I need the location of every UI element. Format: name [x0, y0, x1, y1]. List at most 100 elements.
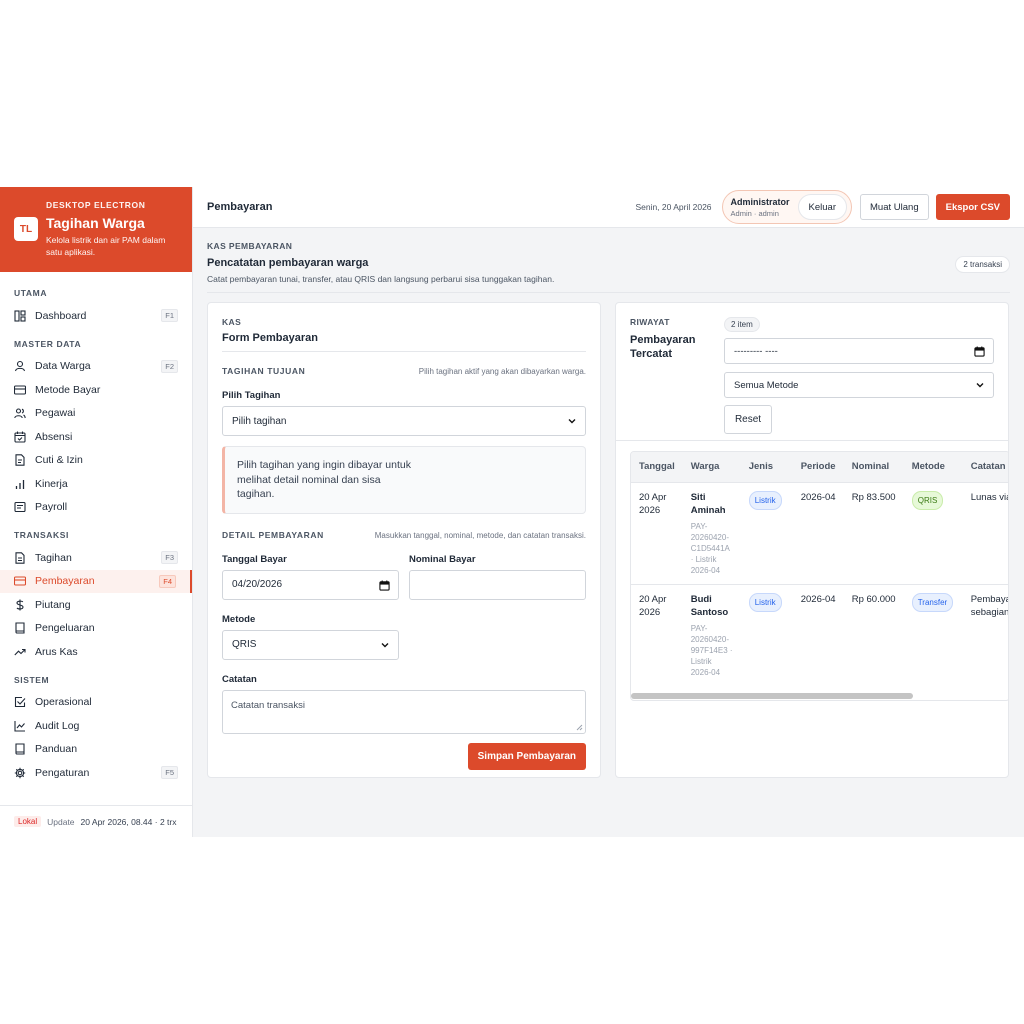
save-payment-button[interactable]: Simpan Pembayaran: [467, 742, 586, 770]
page-heading: Pembayaran: [207, 201, 273, 213]
resident-name: Siti Aminah: [690, 491, 726, 516]
note-textarea[interactable]: Catatan transaksi: [222, 689, 586, 734]
sidebar-item-label: Payroll: [35, 501, 68, 514]
note-cell: Lunas via QRIS.: [962, 481, 1008, 584]
column-header: Jenis: [748, 461, 774, 473]
sidebar-item-data-warga[interactable]: Data Warga F2: [0, 355, 192, 379]
bill-info-box: Pilih tagihan yang ingin dibayar untuk m…: [222, 446, 586, 514]
sidebar-item-kinerja[interactable]: Kinerja: [0, 472, 192, 496]
column-header: Catatan: [970, 461, 1006, 473]
column-header: Periode: [800, 461, 836, 473]
method-select[interactable]: QRIS: [222, 629, 399, 660]
transaction-count-badge: 2 transaksi: [955, 256, 1010, 273]
sidebar-item-absensi[interactable]: Absensi: [0, 425, 192, 449]
column-header: Tanggal: [639, 461, 675, 473]
sidebar-item-pengeluaran[interactable]: Pengeluaran: [0, 617, 192, 641]
resident-name: Budi Santoso: [690, 593, 729, 618]
logout-button[interactable]: Keluar: [797, 194, 848, 220]
sidebar-item-pegawai[interactable]: Pegawai: [0, 402, 192, 426]
sidebar-item-audit-log[interactable]: Audit Log: [0, 714, 192, 738]
section-title: TAGIHAN TUJUAN: [222, 366, 306, 376]
payment-date-input[interactable]: 04/20/2026: [222, 569, 399, 600]
payment-table: Tanggal Warga Jenis Periode Nominal Meto…: [630, 451, 1008, 701]
sidebar-item-cuti-izin[interactable]: Cuti & Izin: [0, 449, 192, 473]
page-header: KAS PEMBAYARAN Pencatatan pembayaran war…: [193, 228, 1024, 284]
date-filter-input[interactable]: --------- ----: [724, 338, 994, 364]
nav-section-heading: MASTER DATA: [14, 338, 82, 349]
page-eyebrow: KAS PEMBAYARAN: [207, 241, 293, 251]
type-cell: Listrik: [740, 583, 793, 686]
sidebar: DESKTOP ELECTRON TL Tagihan Warga Kelola…: [0, 187, 193, 837]
sidebar-item-label: Operasional: [35, 696, 92, 709]
app-window: DESKTOP ELECTRON TL Tagihan Warga Kelola…: [0, 187, 1024, 837]
nav-section-heading: TRANSAKSI: [14, 530, 69, 540]
sidebar-item-metode-bayar[interactable]: Metode Bayar: [0, 378, 192, 402]
period-cell: 2026-04: [792, 583, 844, 686]
method-filter-value: Semua Metode: [734, 379, 799, 391]
calendar-icon[interactable]: [974, 346, 985, 357]
dashboard-icon: [14, 310, 26, 322]
update-prefix: Update: [47, 816, 75, 827]
dollar-icon: [14, 599, 26, 611]
amount-cell: Rp 60.000: [843, 583, 904, 686]
payment-history-card: RIWAYAT Pembayaran Tercatat 2 item -----…: [615, 302, 1009, 778]
sidebar-item-operasional[interactable]: Operasional: [0, 691, 192, 715]
current-date: Senin, 20 April 2026: [635, 202, 712, 212]
method-select-value: QRIS: [232, 639, 257, 650]
table-row[interactable]: 20 Apr 2026 Budi Santoso PAY-20260420-99…: [631, 583, 1008, 686]
line-chart-icon: [14, 720, 26, 732]
reset-button[interactable]: Reset: [724, 405, 772, 434]
sidebar-item-tagihan[interactable]: Tagihan F3: [0, 546, 192, 570]
sidebar-footer: Lokal Update 20 Apr 2026, 08.44 · 2 trx: [0, 805, 192, 837]
sidebar-item-piutang[interactable]: Piutang: [0, 593, 192, 617]
calendar-icon[interactable]: [379, 579, 390, 591]
history-eyebrow: RIWAYAT: [630, 317, 670, 327]
shortcut-key-badge: F5: [161, 766, 178, 780]
divider: [616, 440, 1008, 441]
sidebar-item-label: Pegawai: [35, 407, 76, 420]
submit-row: Simpan Pembayaran: [222, 742, 586, 770]
sidebar-item-label: Audit Log: [35, 719, 80, 732]
note-label: Catatan: [222, 673, 257, 685]
sidebar-item-panduan[interactable]: Panduan: [0, 738, 192, 762]
method-badge: QRIS: [911, 490, 944, 510]
chevron-down-icon: [976, 383, 984, 388]
check-square-icon: [14, 696, 26, 708]
sidebar-item-dashboard[interactable]: Dashboard F1: [0, 304, 192, 328]
sidebar-item-label: Panduan: [35, 743, 78, 756]
app-title: Tagihan Warga: [46, 215, 145, 231]
sidebar-item-label: Cuti & Izin: [35, 454, 83, 467]
table-row[interactable]: 20 Apr 2026 Siti Aminah PAY-20260420-C1D…: [631, 481, 1008, 584]
sidebar-item-label: Arus Kas: [35, 645, 78, 658]
shortcut-key-badge: F3: [161, 551, 178, 565]
chevron-down-icon: [568, 419, 576, 424]
sidebar-item-payroll[interactable]: Payroll: [0, 496, 192, 520]
method-cell: Transfer: [903, 583, 963, 686]
update-value: 20 Apr 2026, 08.44 · 2 trx: [80, 816, 177, 827]
amount-cell: Rp 83.500: [843, 481, 904, 584]
book-icon: [14, 622, 26, 634]
sidebar-item-pengaturan[interactable]: Pengaturan F5: [0, 761, 192, 785]
bill-select[interactable]: Pilih tagihan: [222, 406, 586, 436]
section-target: TAGIHAN TUJUAN Pilih tagihan aktif yang …: [222, 366, 586, 376]
history-title: Pembayaran Tercatat: [630, 334, 696, 360]
section-hint: Pilih tagihan aktif yang akan dibayarkan…: [418, 367, 586, 376]
type-badge: Listrik: [748, 490, 782, 510]
note-placeholder: Catatan transaksi: [231, 699, 305, 711]
type-badge: Listrik: [748, 592, 782, 612]
credit-card-icon: [14, 384, 26, 396]
sidebar-item-pembayaran[interactable]: Pembayaran F4: [0, 569, 192, 593]
export-csv-button[interactable]: Ekspor CSV: [935, 194, 1010, 220]
sidebar-item-arus-kas[interactable]: Arus Kas: [0, 640, 192, 664]
divider: [207, 292, 1010, 293]
payment-date-value: 04/20/2026: [232, 579, 283, 590]
resize-grip-icon[interactable]: [576, 724, 583, 731]
bill-info-text: Pilih tagihan yang ingin dibayar untuk m…: [237, 459, 411, 500]
sidebar-item-label: Pengeluaran: [35, 622, 95, 635]
sidebar-item-label: Absensi: [35, 430, 73, 443]
horizontal-scrollbar[interactable]: [631, 693, 913, 699]
reload-button[interactable]: Muat Ulang: [860, 194, 929, 220]
amount-input[interactable]: [409, 569, 586, 600]
form-eyebrow: KAS: [222, 317, 242, 327]
method-filter-select[interactable]: Semua Metode: [724, 372, 994, 398]
